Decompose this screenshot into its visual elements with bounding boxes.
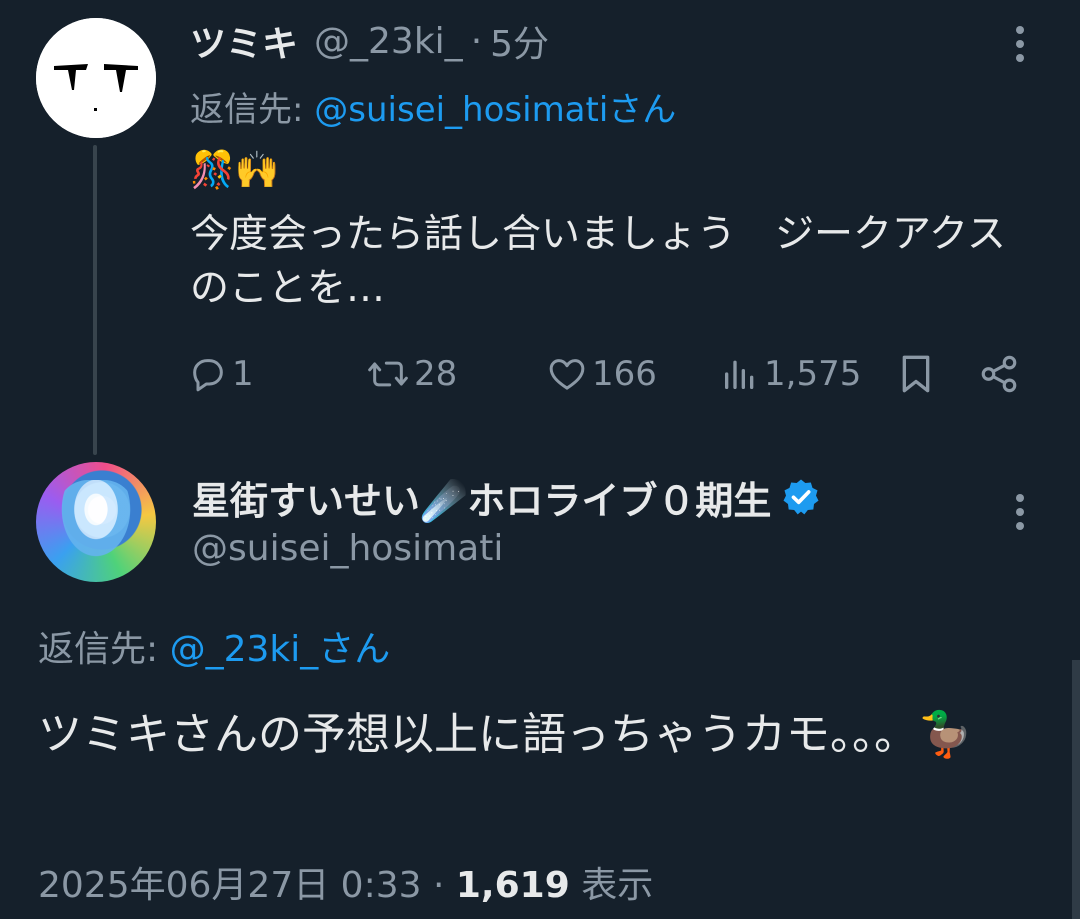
reply-prefix: 返信先: <box>38 629 170 670</box>
like-icon <box>549 359 585 390</box>
avatar-face-icon <box>36 18 156 138</box>
display-name[interactable]: 星街すいせい☄️ホロライブ０期生 <box>192 470 771 525</box>
reply-tweet-header: ツミキ @_23ki_ · 5分 <box>190 20 549 66</box>
tweet-actions-bar: 1 28 166 1,575 <box>188 348 1028 400</box>
avatar-tsumiki[interactable] <box>36 18 156 138</box>
reply-to-link[interactable]: @_23ki_さん <box>170 629 391 670</box>
reply-count: 1 <box>232 354 254 394</box>
avatar-suisei[interactable] <box>36 462 156 582</box>
reply-to-line: 返信先: @suisei_hosimatiさん <box>190 82 676 131</box>
like-button[interactable]: 166 <box>546 348 657 400</box>
reply-button[interactable]: 1 <box>188 348 254 400</box>
tweet-meta: 2025年06月27日 0:33 · 1,619 表示 <box>38 856 653 908</box>
repost-button[interactable]: 28 <box>366 348 457 400</box>
tweet-emojis: 🎊🙌 <box>190 150 280 191</box>
tweet-timestamp[interactable]: 2025年06月27日 0:33 <box>38 865 422 906</box>
views-icon <box>725 360 754 389</box>
reply-to-link[interactable]: @suisei_hosimatiさん <box>314 90 676 130</box>
separator-dot: · <box>470 20 483 62</box>
tweet-text: ツミキさんの予想以上に語っちゃうカモ。。。🦆 <box>38 709 973 760</box>
verified-badge-icon[interactable] <box>781 477 821 517</box>
view-label: 表示 <box>581 865 654 906</box>
tweet-time[interactable]: 5分 <box>490 15 549 67</box>
user-handle[interactable]: @_23ki_ <box>314 21 463 62</box>
bookmark-icon <box>902 355 930 393</box>
views-button[interactable]: 1,575 <box>720 348 861 400</box>
bookmark-button[interactable] <box>896 348 936 400</box>
repost-count: 28 <box>414 354 458 394</box>
share-icon <box>981 355 1017 393</box>
more-options-button[interactable] <box>1006 24 1034 64</box>
more-options-button[interactable] <box>1006 492 1034 532</box>
display-name[interactable]: ツミキ <box>190 15 298 67</box>
reply-icon <box>193 359 223 392</box>
reply-to-line: 返信先: @_23ki_さん <box>38 620 390 672</box>
thread-connector-line <box>93 145 97 455</box>
view-count: 1,619 <box>455 865 570 906</box>
main-tweet-header: 星街すいせい☄️ホロライブ０期生 <box>192 474 821 523</box>
reply-prefix: 返信先: <box>190 90 315 130</box>
tweet-text: 今度会ったら話し合いましょう ジークアクスのことを… <box>190 212 1006 311</box>
views-count: 1,575 <box>764 354 862 394</box>
user-handle[interactable]: @suisei_hosimati <box>192 528 503 569</box>
separator-dot: · <box>432 865 456 906</box>
share-button[interactable] <box>978 348 1020 400</box>
like-count: 166 <box>592 354 657 394</box>
repost-icon <box>368 361 408 387</box>
scrollbar[interactable] <box>1072 660 1080 919</box>
